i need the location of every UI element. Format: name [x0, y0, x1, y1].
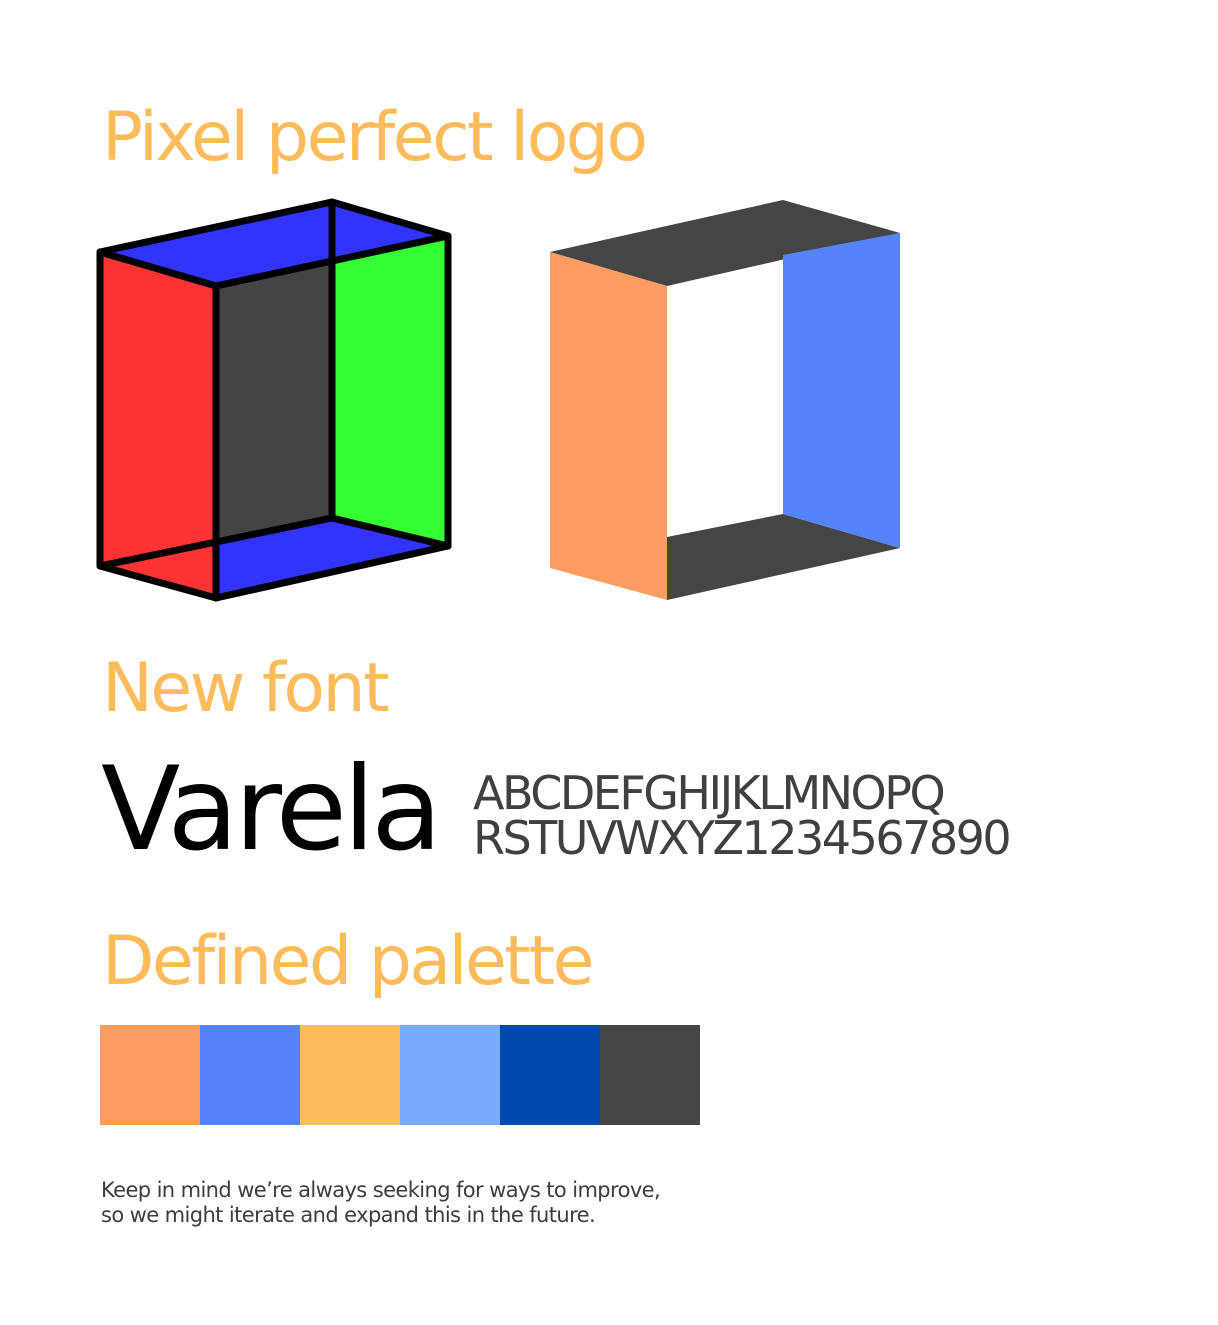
- swatch-blue: [200, 1025, 300, 1125]
- solid-box-logo: [550, 200, 900, 600]
- footer-note-line-2: so we might iterate and expand this in t…: [101, 1203, 596, 1227]
- footer-note-line-1: Keep in mind we’re always seeking for wa…: [101, 1178, 661, 1202]
- section-heading-font: New font: [102, 649, 390, 728]
- footer-note: Keep in mind we’re always seeking for wa…: [101, 1178, 741, 1228]
- section-heading-palette: Defined palette: [102, 922, 594, 1001]
- wire-back-face: [216, 262, 332, 542]
- solid-right-face: [783, 233, 900, 548]
- solid-left-face: [550, 252, 667, 600]
- font-name: Varela: [101, 742, 442, 877]
- swatch-dark-blue: [500, 1025, 600, 1125]
- font-sample-line-1: ABCDEFGHIJKLMNOPQ: [473, 766, 946, 820]
- wire-right-face: [332, 236, 448, 546]
- section-heading-logo: Pixel perfect logo: [102, 98, 648, 177]
- swatch-dark-gray: [600, 1025, 700, 1125]
- color-palette: [100, 1025, 700, 1125]
- font-sample-line-2: RSTUVWXYZ1234567890: [473, 811, 1012, 865]
- swatch-orange: [100, 1025, 200, 1125]
- swatch-yellow: [300, 1025, 400, 1125]
- swatch-light-blue: [400, 1025, 500, 1125]
- wireframe-box-logo: [96, 198, 452, 602]
